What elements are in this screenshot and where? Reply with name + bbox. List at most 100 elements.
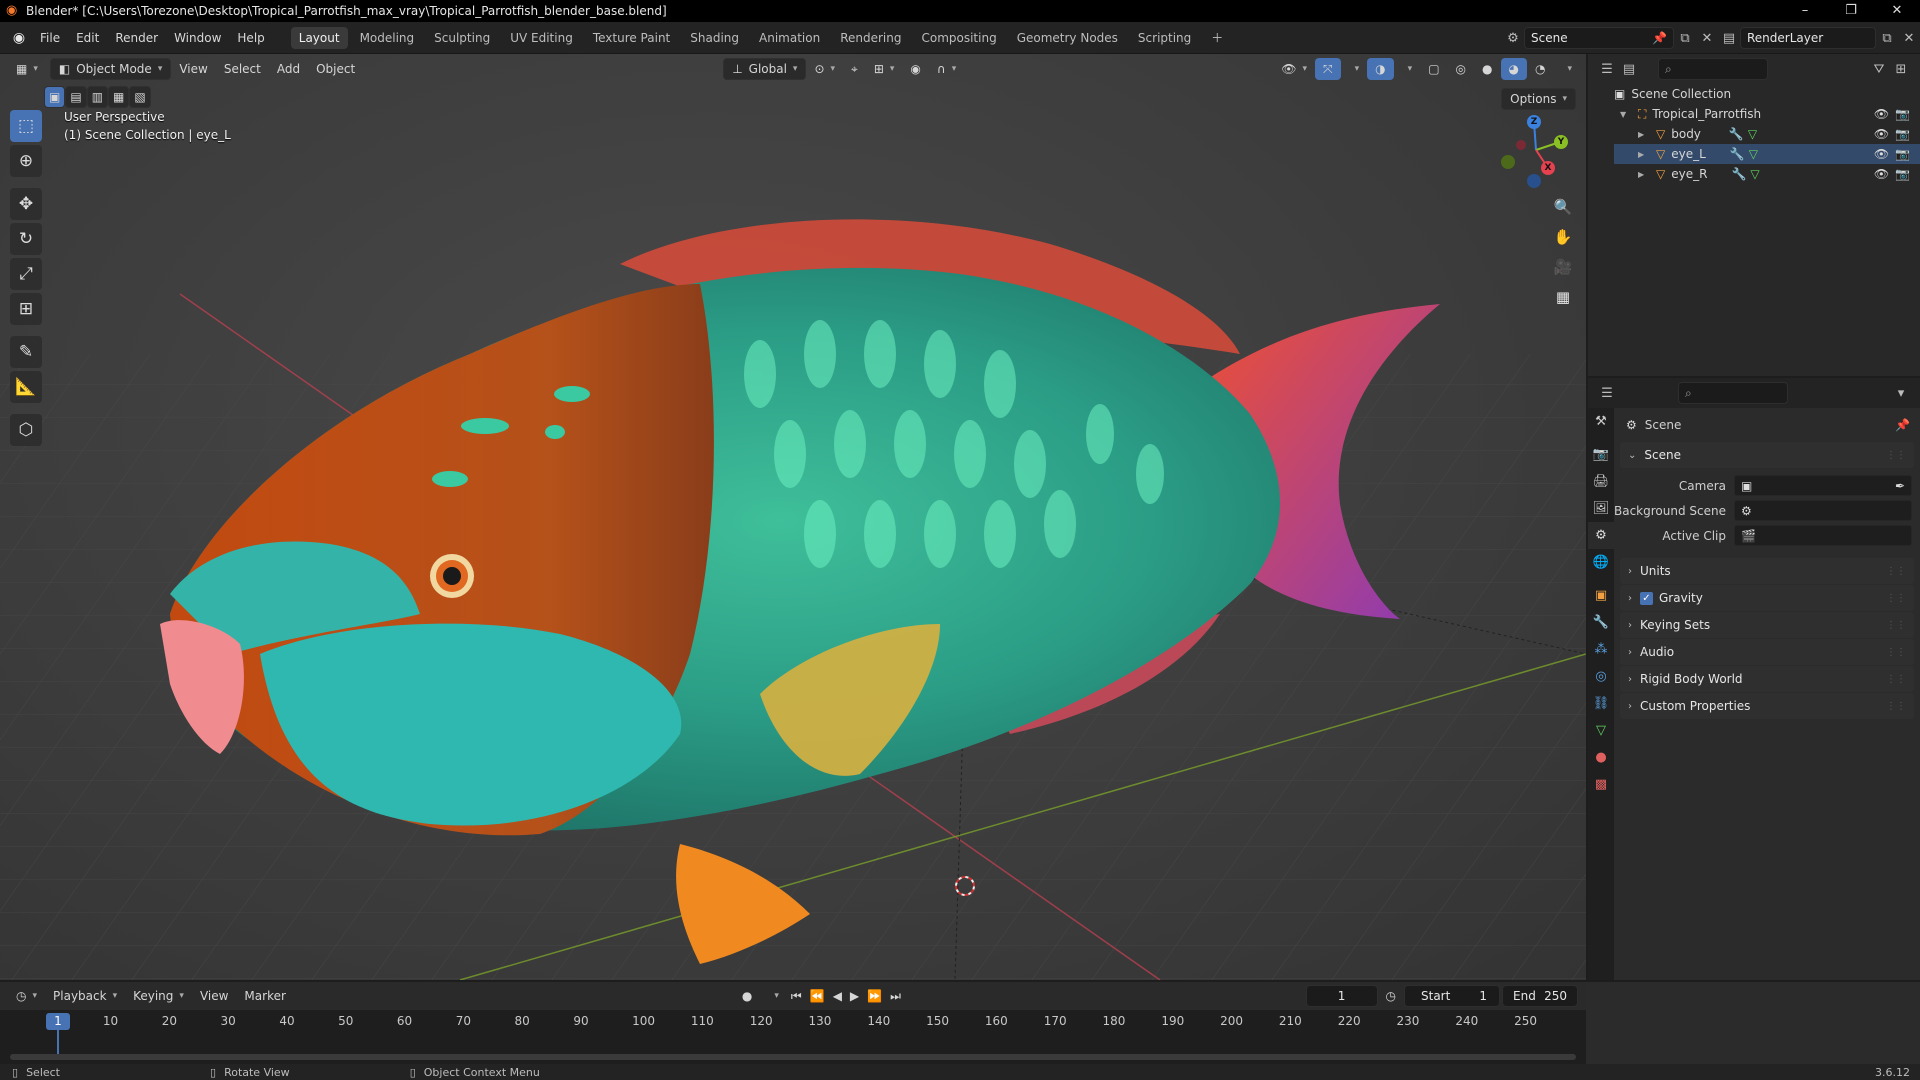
visibility-eye-icon[interactable]: 👁 (1874, 107, 1889, 121)
visibility-eye-icon[interactable]: 👁 (1874, 167, 1889, 181)
viewport-menu-object[interactable]: Object (308, 58, 363, 80)
tab-compositing[interactable]: Compositing (913, 27, 1004, 49)
scale-tool-icon[interactable]: ⤢ (10, 258, 42, 290)
pin-icon[interactable]: 📌 (1895, 418, 1910, 432)
units-panel-header[interactable]: › Units ⋮⋮ (1620, 558, 1914, 584)
menu-edit[interactable]: Edit (68, 31, 107, 45)
tab-uv-editing[interactable]: UV Editing (502, 27, 581, 49)
timeline-menu-playback[interactable]: Playback ▾ (45, 985, 125, 1007)
tab-shading[interactable]: Shading (682, 27, 747, 49)
rigid-body-world-panel-header[interactable]: › Rigid Body World ⋮⋮ (1620, 666, 1914, 692)
delete-scene-icon[interactable]: ✕ (1696, 27, 1718, 49)
select-subtract-icon[interactable]: ▥ (86, 86, 109, 108)
add-cube-tool-icon[interactable]: ⬡ (10, 414, 42, 446)
timeline-menu-view[interactable]: View (192, 985, 236, 1007)
jump-next-keyframe-icon[interactable]: ⏩ (863, 985, 886, 1007)
auto-keying-icon[interactable]: ● (734, 985, 760, 1007)
cursor-tool-icon[interactable]: ⊕ (10, 145, 42, 177)
start-frame-field[interactable]: Start 1 (1404, 985, 1500, 1007)
visibility-eye-icon[interactable]: 👁 (1874, 127, 1889, 141)
end-frame-field[interactable]: End 250 (1502, 985, 1578, 1007)
gravity-checkbox[interactable]: ✓ (1640, 591, 1653, 605)
custom-properties-panel-header[interactable]: › Custom Properties ⋮⋮ (1620, 693, 1914, 719)
modifier-tab-icon[interactable]: 🔧 (1588, 609, 1614, 636)
select-intersect-icon[interactable]: ▧ (129, 86, 151, 108)
gizmo-menu-icon[interactable]: ▾ (1341, 58, 1368, 80)
keying-set-icon[interactable]: ▾ (760, 985, 787, 1007)
timeline-menu-marker[interactable]: Marker (236, 985, 293, 1007)
constraints-tab-icon[interactable]: ⛓ (1588, 690, 1614, 717)
gizmo-toggle-icon[interactable]: ⤧ (1315, 58, 1341, 80)
audio-panel-header[interactable]: › Audio ⋮⋮ (1620, 639, 1914, 665)
material-shading-icon[interactable]: ◕ (1500, 58, 1527, 80)
pan-hand-icon[interactable]: ✋ (1550, 224, 1576, 250)
gizmo-neg-x-axis[interactable] (1516, 140, 1526, 150)
tab-geometry-nodes[interactable]: Geometry Nodes (1009, 27, 1126, 49)
viewport-menu-view[interactable]: View (171, 58, 215, 80)
gizmo-z-axis[interactable]: Z (1527, 115, 1541, 129)
play-icon[interactable]: ▶ (846, 985, 863, 1007)
jump-end-icon[interactable]: ⏭ (886, 985, 905, 1007)
timeline-scrollbar[interactable] (10, 1054, 1576, 1060)
gizmo-neg-y-axis[interactable] (1501, 155, 1515, 169)
overlay-toggle-icon[interactable]: ◑ (1367, 58, 1394, 80)
select-box-tool-icon[interactable]: ⬚ (10, 110, 42, 142)
visibility-eye-icon[interactable]: 👁 (1874, 147, 1889, 161)
menu-file[interactable]: File (32, 31, 68, 45)
proportional-edit-icon[interactable]: ◉ (902, 58, 928, 80)
menu-render[interactable]: Render (107, 31, 166, 45)
view-layer-selector[interactable]: RenderLayer (1740, 27, 1876, 49)
tab-scripting[interactable]: Scripting (1130, 27, 1199, 49)
expand-arrow-icon[interactable]: ▶ (1638, 130, 1650, 139)
tab-animation[interactable]: Animation (751, 27, 828, 49)
jump-prev-keyframe-icon[interactable]: ⏪ (806, 985, 829, 1007)
scene-panel-header[interactable]: ⌄ Scene ⋮⋮ (1620, 442, 1914, 468)
expand-arrow-icon[interactable]: ▶ (1638, 150, 1650, 159)
shading-menu-icon[interactable]: ▾ (1553, 58, 1580, 80)
snap-icon[interactable]: ⌖ (843, 58, 866, 80)
playhead-marker[interactable]: 1 (46, 1013, 70, 1030)
delete-view-layer-icon[interactable]: ✕ (1898, 27, 1920, 49)
menu-window[interactable]: Window (166, 31, 229, 45)
menu-help[interactable]: Help (229, 31, 272, 45)
gizmo-neg-z-axis[interactable] (1527, 174, 1541, 188)
new-collection-icon[interactable]: ⊞ (1890, 58, 1912, 80)
solid-shading-icon[interactable]: ● (1474, 58, 1500, 80)
options-button[interactable]: Options ▾ (1501, 88, 1576, 110)
tab-layout[interactable]: Layout (290, 26, 348, 49)
drag-grip-icon[interactable]: ⋮⋮ (1886, 620, 1906, 631)
timeline-editor-type-icon[interactable]: ◷ ▾ (8, 985, 45, 1007)
maximize-button[interactable]: ❐ (1828, 0, 1874, 22)
viewport-menu-select[interactable]: Select (216, 58, 269, 80)
tool-tab-icon[interactable]: ⚒ (1588, 408, 1614, 435)
keying-sets-panel-header[interactable]: › Keying Sets ⋮⋮ (1620, 612, 1914, 638)
measure-tool-icon[interactable]: 📐 (10, 371, 42, 403)
render-camera-icon[interactable]: 📷 (1895, 127, 1910, 141)
camera-field[interactable]: ▣ ✒ (1734, 475, 1912, 496)
drag-grip-icon[interactable]: ⋮⋮ (1886, 450, 1906, 461)
mode-selector[interactable]: ◧ Object Mode ▾ (49, 58, 172, 80)
properties-options-icon[interactable]: ▾ (1890, 382, 1912, 404)
select-difference-icon[interactable]: ▦ (108, 86, 130, 108)
gizmo-x-axis[interactable]: X (1541, 161, 1555, 175)
xray-icon[interactable]: ▢ (1420, 58, 1447, 80)
world-tab-icon[interactable]: 🌐 (1588, 549, 1614, 576)
drag-grip-icon[interactable]: ⋮⋮ (1886, 674, 1906, 685)
scene-tab-icon[interactable]: ⚙ (1588, 522, 1614, 549)
transform-tool-icon[interactable]: ⊞ (10, 293, 42, 325)
expand-arrow-icon[interactable]: ▼ (1620, 110, 1632, 119)
pin-icon[interactable]: 📌 (1652, 31, 1667, 45)
particles-tab-icon[interactable]: ⁂ (1588, 636, 1614, 663)
rendered-shading-icon[interactable]: ◔ (1527, 58, 1553, 80)
overlay-menu-icon[interactable]: ▾ (1394, 58, 1421, 80)
view-layer-icon[interactable]: ▤ (1718, 27, 1740, 49)
rotate-tool-icon[interactable]: ↻ (10, 223, 42, 255)
outliner-object-row[interactable]: ▶ ▽ eye_R 🔧 ▽ 👁 📷 (1614, 164, 1920, 184)
move-tool-icon[interactable]: ✥ (10, 188, 42, 220)
collection-row[interactable]: ▼ ⛶ Tropical_Parrotfish 👁 📷 (1614, 104, 1920, 124)
close-button[interactable]: ✕ (1874, 0, 1920, 22)
ortho-toggle-icon[interactable]: ▦ (1550, 284, 1576, 310)
drag-grip-icon[interactable]: ⋮⋮ (1886, 593, 1906, 604)
tab-rendering[interactable]: Rendering (832, 27, 909, 49)
gizmo-y-axis[interactable]: Y (1554, 135, 1568, 149)
